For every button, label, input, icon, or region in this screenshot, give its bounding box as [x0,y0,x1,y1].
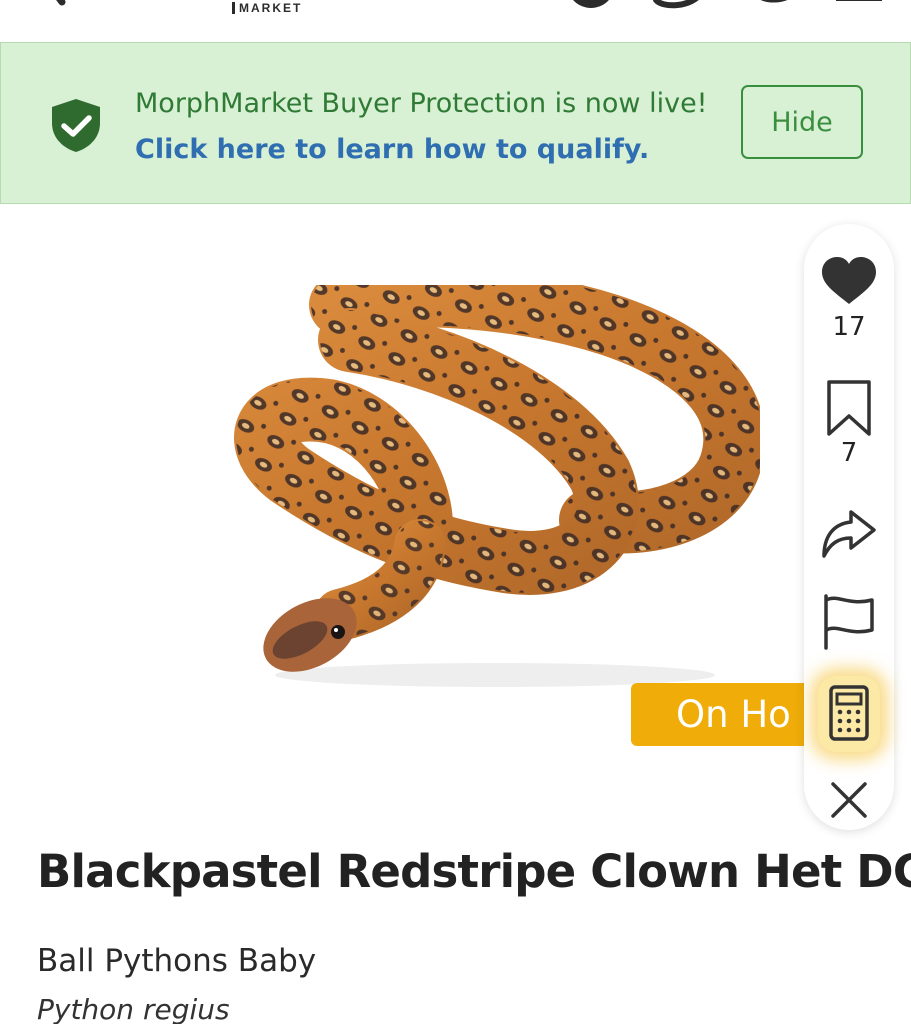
listing-category[interactable]: Ball Pythons Baby [37,943,316,979]
menu-icon[interactable] [836,0,882,6]
logo[interactable] [30,0,200,6]
saves-count: 7 [840,438,858,468]
logo-subtitle: MARKET [232,2,302,14]
close-icon[interactable] [804,780,894,820]
flag-icon[interactable] [804,594,894,650]
top-header: MARKET [0,0,911,42]
likes-count: 17 [832,312,866,342]
calculator-icon[interactable] [804,684,894,744]
buyer-protection-banner: MorphMarket Buyer Protection is now live… [0,42,911,204]
hide-button[interactable]: Hide [741,85,863,159]
listing-title: Blackpastel Redstripe Clown Het DG [37,845,911,898]
qualify-link[interactable]: Click here to learn how to qualify. [135,134,649,165]
banner-text: MorphMarket Buyer Protection is now live… [135,88,708,119]
chat-icon[interactable] [652,0,708,10]
share-icon[interactable] [804,506,894,560]
listing-species: Python regius [37,993,230,1024]
banner-message: MorphMarket Buyer Protection is now live… [135,81,715,173]
product-image[interactable] [230,285,760,690]
heart-icon[interactable] [804,254,894,308]
bookmark-icon[interactable] [804,380,894,436]
listing-page: MARKET MorphMarket Buyer Protection is n… [0,0,911,1024]
user-icon[interactable] [566,0,616,10]
account-icon[interactable] [748,0,800,10]
action-rail: 17 7 [804,224,894,830]
shield-check-icon [52,99,100,152]
